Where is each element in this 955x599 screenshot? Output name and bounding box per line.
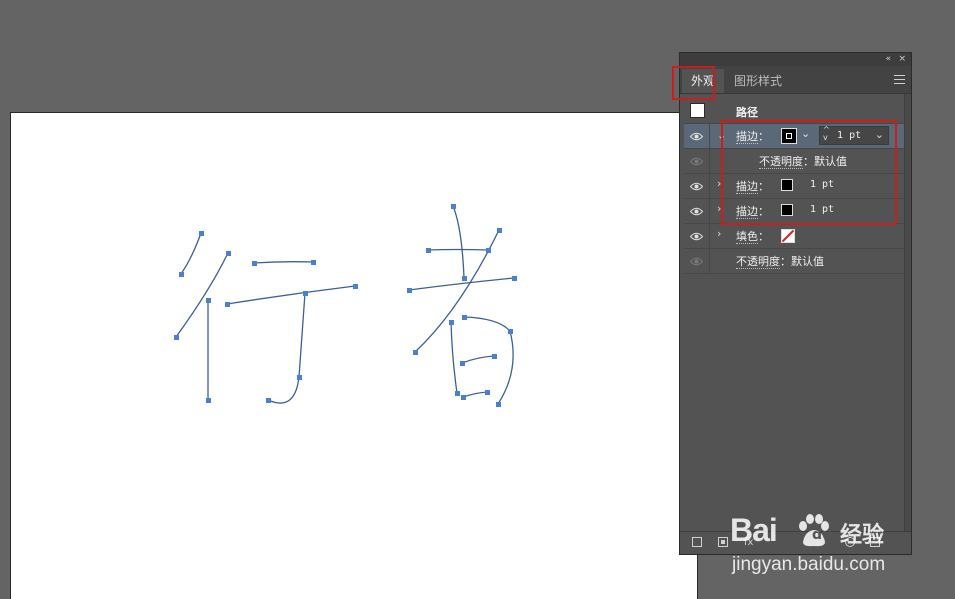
- visibility-eye-icon[interactable]: [690, 257, 703, 266]
- baidu-jingyan-watermark: Bai du 经验 jingyan.baidu.com: [728, 508, 928, 578]
- object-type-label: 路径: [736, 106, 758, 119]
- panel-menu-icon[interactable]: [894, 75, 905, 84]
- tab-graphic-styles[interactable]: 图形样式: [725, 69, 791, 93]
- eye-column-divider: [709, 124, 710, 274]
- opacity-label-group[interactable]: 不透明度：默认值: [736, 253, 824, 269]
- collapse-panel-button[interactable]: «: [885, 53, 891, 66]
- fill-none-swatch-icon[interactable]: [781, 229, 795, 243]
- watermark-logo-text: Bai: [730, 512, 778, 549]
- opacity-label: 不透明度: [736, 255, 780, 269]
- label-colon: ：: [758, 230, 769, 243]
- expand-chevron-right-icon[interactable]: ›: [717, 227, 721, 240]
- visibility-eye-icon[interactable]: [690, 132, 703, 141]
- object-opacity-row[interactable]: 不透明度：默认值: [684, 249, 905, 274]
- label-colon: ：: [780, 255, 791, 268]
- fill-row[interactable]: › 填色：: [684, 224, 905, 249]
- fill-label: 填色: [736, 230, 758, 244]
- object-thumbnail: [690, 103, 705, 118]
- add-new-stroke-icon[interactable]: [692, 537, 702, 547]
- panel-title-bar[interactable]: « ×: [680, 53, 911, 66]
- visibility-eye-icon[interactable]: [690, 157, 703, 166]
- panel-scrollbar[interactable]: [904, 94, 911, 531]
- add-new-fill-icon[interactable]: [718, 537, 728, 547]
- highlight-stroke-rows: [721, 120, 897, 225]
- artboard[interactable]: [10, 112, 698, 599]
- watermark-url: jingyan.baidu.com: [732, 554, 886, 575]
- highlight-appearance-tab: [672, 66, 715, 100]
- visibility-eye-icon[interactable]: [690, 207, 703, 216]
- watermark-logo-left: Bai: [730, 512, 778, 548]
- visibility-eye-icon[interactable]: [690, 182, 703, 191]
- visibility-eye-icon[interactable]: [690, 232, 703, 241]
- watermark-logo-right: du: [812, 527, 832, 543]
- close-panel-button[interactable]: ×: [898, 53, 906, 66]
- fill-label-link[interactable]: 填色：: [736, 228, 769, 244]
- watermark-service-name: 经验: [840, 523, 885, 548]
- opacity-value: 默认值: [791, 255, 824, 268]
